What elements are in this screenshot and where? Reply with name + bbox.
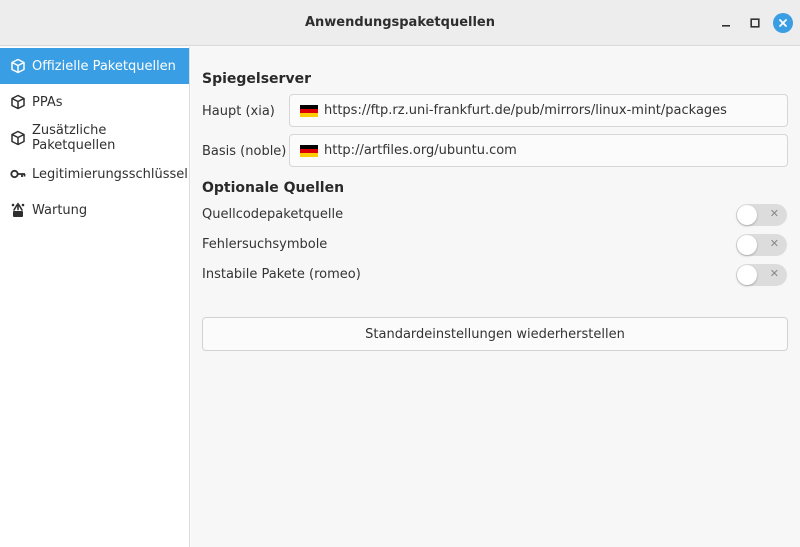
close-button[interactable] xyxy=(773,13,793,33)
switch-knob xyxy=(737,205,757,225)
sidebar-item-label: Legitimierungsschlüssel xyxy=(32,166,188,182)
sidebar: Offizielle Paketquellen PPAs Zusätzliche… xyxy=(0,47,190,547)
base-mirror-url: http://artfiles.org/ubuntu.com xyxy=(324,143,517,158)
de-flag-icon xyxy=(300,144,318,157)
key-icon xyxy=(10,166,26,182)
switch-off-icon: ✕ xyxy=(769,207,779,220)
base-mirror-button[interactable]: http://artfiles.org/ubuntu.com xyxy=(289,134,788,167)
main-mirror-url: https://ftp.rz.uni-frankfurt.de/pub/mirr… xyxy=(324,103,727,118)
sidebar-item-label: PPAs xyxy=(32,94,63,110)
main-mirror-button[interactable]: https://ftp.rz.uni-frankfurt.de/pub/mirr… xyxy=(289,94,788,127)
maintenance-icon xyxy=(10,202,26,218)
source-code-switch[interactable]: ✕ xyxy=(736,204,787,226)
restore-defaults-button[interactable]: Standardeinstellungen wiederherstellen xyxy=(202,317,788,351)
maximize-button[interactable] xyxy=(745,13,765,33)
source-code-label: Quellcodepaketquelle xyxy=(202,207,344,222)
switch-knob xyxy=(737,235,757,255)
sidebar-item-label: Zusätzliche Paketquellen xyxy=(32,123,116,153)
sidebar-item-ppas[interactable]: PPAs xyxy=(0,84,189,120)
package-icon xyxy=(10,130,26,146)
switch-off-icon: ✕ xyxy=(769,237,779,250)
unstable-packages-switch[interactable]: ✕ xyxy=(736,264,787,286)
unstable-packages-label: Instabile Pakete (romeo) xyxy=(202,267,361,282)
sidebar-item-auth-keys[interactable]: Legitimierungsschlüssel xyxy=(0,156,189,192)
main-panel: Spiegelserver Haupt (xia) https://ftp.rz… xyxy=(191,47,800,547)
close-icon xyxy=(779,19,787,27)
window-title: Anwendungspaketquellen xyxy=(304,15,496,30)
package-icon xyxy=(10,94,26,110)
sidebar-item-official-sources[interactable]: Offizielle Paketquellen xyxy=(0,48,189,84)
debug-symbols-label: Fehlersuchsymbole xyxy=(202,237,328,252)
mirrors-section-title: Spiegelserver xyxy=(202,71,311,87)
sidebar-item-maintenance[interactable]: Wartung xyxy=(0,192,189,228)
minimize-button[interactable] xyxy=(716,13,736,33)
sidebar-item-label: Offizielle Paketquellen xyxy=(32,58,176,74)
de-flag-icon xyxy=(300,104,318,117)
debug-symbols-switch[interactable]: ✕ xyxy=(736,234,787,256)
package-icon xyxy=(10,58,26,74)
main-mirror-label: Haupt (xia) xyxy=(202,104,275,119)
maximize-icon xyxy=(750,18,760,28)
title-bar: Anwendungspaketquellen xyxy=(0,0,800,46)
sidebar-item-label: Wartung xyxy=(32,202,88,218)
switch-off-icon: ✕ xyxy=(769,267,779,280)
optional-section-title: Optionale Quellen xyxy=(202,180,345,196)
base-mirror-label: Basis (noble) xyxy=(202,144,287,159)
sidebar-item-additional-sources[interactable]: Zusätzliche Paketquellen xyxy=(0,120,189,156)
minimize-icon xyxy=(722,25,730,27)
switch-knob xyxy=(737,265,757,285)
